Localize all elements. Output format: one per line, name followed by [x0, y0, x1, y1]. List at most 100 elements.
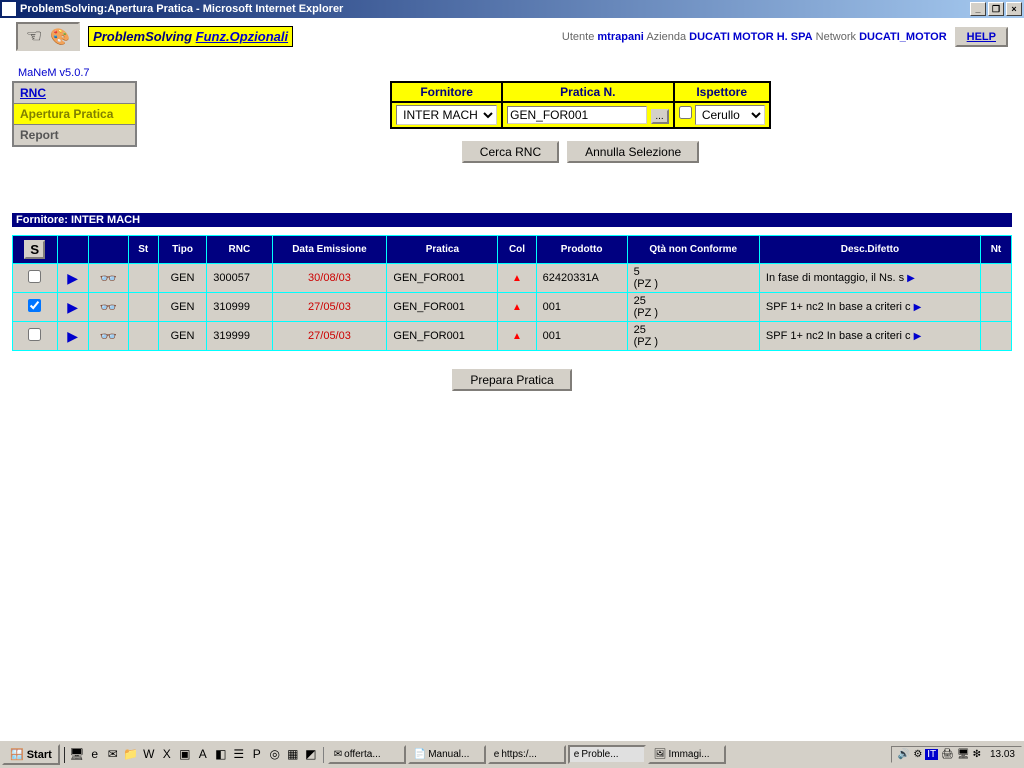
ql-excel-icon[interactable]: X	[159, 747, 175, 763]
ql-app4-icon[interactable]: ◎	[267, 747, 283, 763]
ispettore-select[interactable]: Cerullo	[695, 105, 765, 125]
module-box: ProblemSolving Funz.Opzionali	[88, 26, 293, 47]
warning-icon: ▲	[512, 273, 522, 284]
taskbar-task[interactable]: 📄Manual...	[408, 745, 486, 764]
nav-buttons: ☜ 🎨	[16, 22, 80, 51]
pratica-browse-button[interactable]: ...	[651, 109, 669, 124]
table-row: ▶👓GEN30005730/08/03GEN_FOR001▲62420331A5…	[13, 264, 1012, 293]
task-label: https:/...	[501, 749, 537, 760]
tray-icon[interactable]: ❇	[973, 749, 981, 760]
app-toolbar: ☜ 🎨 ProblemSolving Funz.Opzionali Utente…	[0, 18, 1024, 55]
task-icon: 🖼	[654, 749, 667, 760]
ql-app5-icon[interactable]: ▦	[285, 747, 301, 763]
clock: 13.03	[990, 749, 1015, 760]
utente-label: Utente	[562, 31, 594, 43]
palette-icon[interactable]: 🎨	[50, 27, 70, 47]
sidebar-item-report[interactable]: Report	[14, 125, 135, 145]
cell-desc: In fase di montaggio, il Ns. s ▶	[759, 264, 980, 293]
col-view	[88, 236, 128, 264]
cerca-rnc-button[interactable]: Cerca RNC	[462, 141, 559, 163]
tray-icon[interactable]: 🔊	[898, 749, 910, 760]
ql-acrobat-icon[interactable]: A	[195, 747, 211, 763]
binoculars-icon[interactable]: 👓	[99, 328, 116, 344]
pratica-input[interactable]	[507, 106, 647, 124]
tray-icon[interactable]: ⚙	[913, 749, 922, 760]
tray-lang[interactable]: IT	[925, 749, 938, 760]
cell-desc: SPF 1+ nc2 In base a criteri c ▶	[759, 322, 980, 351]
minimize-button[interactable]: _	[970, 2, 986, 16]
rnc-table: S St Tipo RNC Data Emissione Pratica Col…	[12, 235, 1012, 351]
cell-prodotto: 001	[536, 322, 627, 351]
flag-icon[interactable]: ▶	[67, 270, 78, 286]
ql-powerpoint-icon[interactable]: P	[249, 747, 265, 763]
close-button[interactable]: ×	[1006, 2, 1022, 16]
back-hand-icon[interactable]: ☜	[26, 26, 42, 47]
row-checkbox[interactable]	[28, 270, 41, 283]
cell-st	[128, 322, 158, 351]
expand-icon[interactable]: ▶	[914, 331, 922, 342]
flag-icon[interactable]: ▶	[67, 328, 78, 344]
row-checkbox[interactable]	[28, 299, 41, 312]
start-button[interactable]: 🪟 Start	[2, 744, 60, 765]
azienda-value: DUCATI MOTOR H. SPA	[689, 31, 812, 43]
col-col: Col	[498, 236, 536, 264]
help-button[interactable]: HELP	[955, 27, 1008, 47]
windows-logo-icon: 🪟	[10, 748, 24, 761]
cell-qta: 25(PZ )	[627, 293, 759, 322]
cell-pratica: GEN_FOR001	[387, 264, 498, 293]
tray-icon[interactable]: 🖨	[941, 749, 954, 760]
task-label: Immagi...	[668, 749, 709, 760]
ql-explorer-icon[interactable]: 📁	[123, 747, 139, 763]
funz-opzionali-link[interactable]: Funz.Opzionali	[196, 29, 288, 44]
warning-icon: ▲	[512, 331, 522, 342]
task-label: offerta...	[344, 749, 381, 760]
taskbar-tasks: ✉offerta...📄Manual...ehttps:/...eProble.…	[328, 745, 891, 764]
row-checkbox[interactable]	[28, 328, 41, 341]
ql-word-icon[interactable]: W	[141, 747, 157, 763]
network-value: DUCATI_MOTOR	[859, 31, 947, 43]
task-icon: 📄	[414, 749, 426, 760]
cell-qta: 25(PZ )	[627, 322, 759, 351]
ql-ie-icon[interactable]: e	[87, 747, 103, 763]
cell-qta: 5(PZ )	[627, 264, 759, 293]
sidebar-item-rnc[interactable]: RNC	[14, 83, 135, 104]
filter-fornitore-header: Fornitore	[391, 82, 502, 102]
col-data: Data Emissione	[272, 236, 387, 264]
flag-icon[interactable]: ▶	[67, 299, 78, 315]
fornitore-select[interactable]: INTER MACH	[396, 105, 497, 125]
ql-app1-icon[interactable]: ▣	[177, 747, 193, 763]
ispettore-checkbox[interactable]	[679, 106, 692, 119]
ql-app3-icon[interactable]: ☰	[231, 747, 247, 763]
ql-desktop-icon[interactable]: 🖥	[69, 747, 85, 763]
binoculars-icon[interactable]: 👓	[99, 270, 116, 286]
col-qta: Qtà non Conforme	[627, 236, 759, 264]
tray-icon[interactable]: 🖥	[957, 749, 970, 760]
cell-tipo: GEN	[158, 264, 206, 293]
binoculars-icon[interactable]: 👓	[99, 299, 116, 315]
taskbar-task[interactable]: eProble...	[568, 745, 646, 764]
filter-pratica-header: Pratica N.	[502, 82, 673, 102]
problemsolving-label: ProblemSolving	[93, 29, 192, 44]
taskbar-task[interactable]: 🖼Immagi...	[648, 745, 726, 764]
ql-app6-icon[interactable]: ◩	[303, 747, 319, 763]
cell-tipo: GEN	[158, 322, 206, 351]
task-label: Proble...	[581, 749, 618, 760]
ql-outlook-icon[interactable]: ✉	[105, 747, 121, 763]
taskbar-task[interactable]: ehttps:/...	[488, 745, 566, 764]
quick-launch: 🖥 e ✉ 📁 W X ▣ A ◧ ☰ P ◎ ▦ ◩	[64, 747, 324, 763]
ql-app2-icon[interactable]: ◧	[213, 747, 229, 763]
expand-icon[interactable]: ▶	[914, 302, 922, 313]
network-label: Network	[816, 31, 856, 43]
cell-nt	[980, 264, 1011, 293]
taskbar-task[interactable]: ✉offerta...	[328, 745, 406, 764]
windows-taskbar: 🪟 Start 🖥 e ✉ 📁 W X ▣ A ◧ ☰ P ◎ ▦ ◩ ✉off…	[0, 740, 1024, 768]
col-prodotto: Prodotto	[536, 236, 627, 264]
sidebar-item-apertura[interactable]: Apertura Pratica	[14, 104, 135, 125]
section-header: Fornitore: INTER MACH	[12, 213, 1012, 227]
annulla-selezione-button[interactable]: Annulla Selezione	[567, 141, 699, 163]
prepara-pratica-button[interactable]: Prepara Pratica	[452, 369, 571, 391]
expand-icon[interactable]: ▶	[907, 273, 915, 284]
cell-data: 27/05/03	[272, 322, 387, 351]
select-all-button[interactable]: S	[24, 240, 45, 259]
restore-button[interactable]: ❐	[988, 2, 1004, 16]
